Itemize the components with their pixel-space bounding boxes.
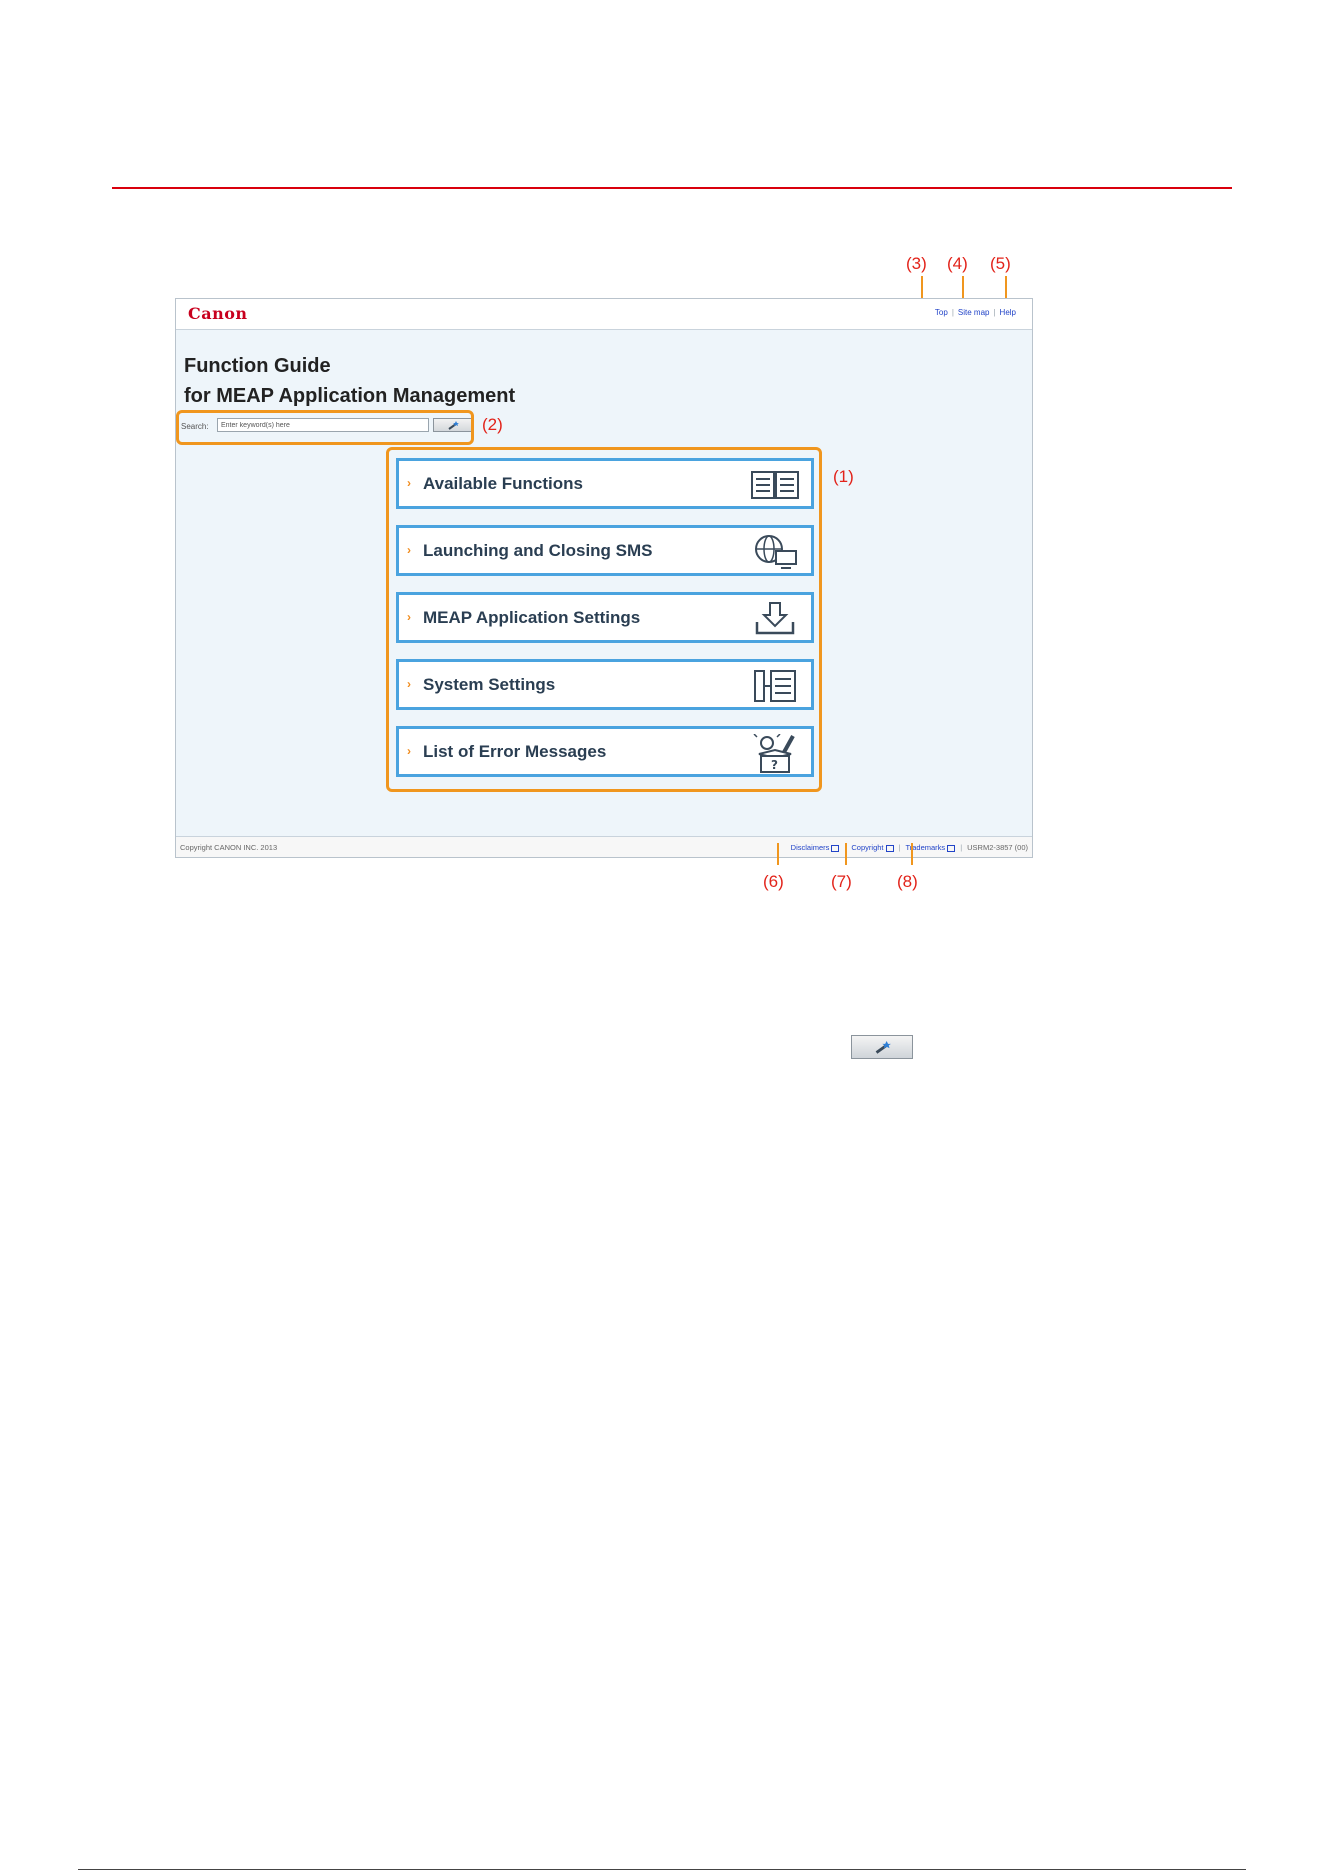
search-highlight-box [176, 410, 474, 445]
callout-8: (8) [897, 872, 918, 891]
menu-highlight-box [386, 447, 822, 792]
disclaimers-link[interactable]: Disclaimers [791, 843, 840, 852]
external-window-icon [947, 844, 956, 852]
search-button-sample [851, 1035, 913, 1059]
callout-2: (2) [482, 415, 503, 434]
top-red-rule [112, 187, 1232, 189]
screenshot-footer: Copyright CANON INC. 2013 Disclaimers|Co… [176, 836, 1032, 857]
callout-3: (3) [906, 254, 927, 273]
callout-8-leader [911, 843, 913, 865]
callout-5: (5) [990, 254, 1011, 273]
callout-6-leader [777, 843, 779, 865]
screenshot-header: Canon Top | Site map | Help [176, 299, 1032, 330]
footer-copyright: Copyright CANON INC. 2013 [180, 843, 278, 852]
callout-1: (1) [833, 467, 854, 486]
page-title: Function Guide for MEAP Application Mana… [184, 351, 515, 411]
copyright-link[interactable]: Copyright [851, 843, 894, 852]
page-title-line2: for MEAP Application Management [184, 385, 516, 407]
header-links: Top | Site map | Help [934, 308, 1016, 317]
canon-logo: Canon [188, 304, 248, 323]
top-link[interactable]: Top [935, 308, 948, 317]
bottom-rule [78, 1869, 1246, 1870]
magic-wand-icon [875, 1041, 891, 1054]
callout-4: (4) [947, 254, 968, 273]
help-link[interactable]: Help [1000, 308, 1016, 317]
footer-links: Disclaimers|Copyright|Trademarks|USRM2-3… [790, 843, 1028, 852]
site-map-link[interactable]: Site map [958, 308, 990, 317]
callout-7-leader [845, 843, 847, 865]
external-window-icon [885, 844, 894, 852]
callout-6: (6) [763, 872, 784, 891]
callout-7: (7) [831, 872, 852, 891]
manual-code: USRM2-3857 (00) [967, 843, 1028, 852]
page-title-line1: Function Guide [184, 355, 331, 377]
